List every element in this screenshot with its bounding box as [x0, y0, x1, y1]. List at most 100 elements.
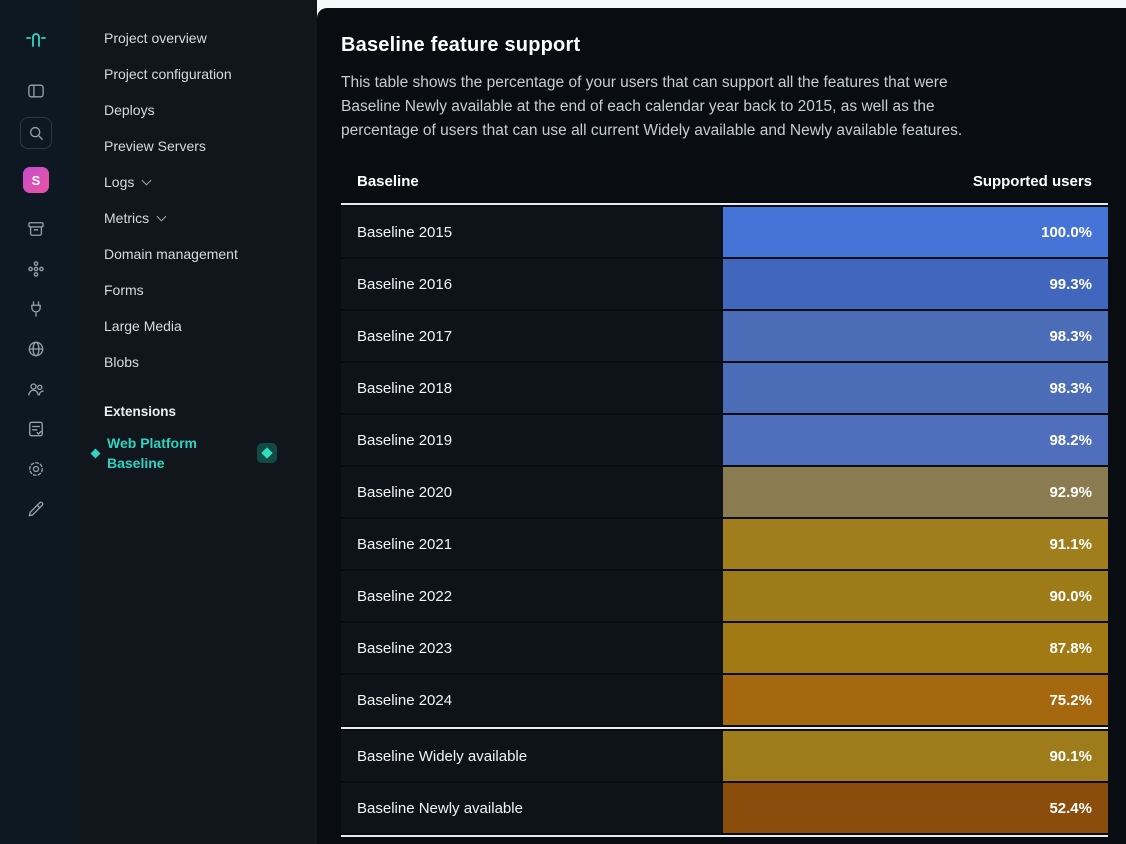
sidebar-item-label: Preview Servers [104, 138, 206, 154]
app-window: S Project overview Project configuration D… [0, 0, 1126, 844]
sidebar-item-large-media[interactable]: Large Media [72, 308, 317, 344]
chevron-down-icon [142, 176, 152, 186]
supported-users-bar: 52.4% [723, 783, 1108, 833]
chevron-down-icon [157, 212, 167, 222]
baseline-support-table: Baseline Supported users Baseline 2015 10… [341, 173, 1108, 837]
page-title: Baseline feature support [341, 34, 1108, 57]
sidebar-item-logs[interactable]: Logs [72, 164, 317, 200]
pen-icon[interactable] [18, 491, 54, 527]
supported-users-value: 98.2% [1049, 432, 1108, 449]
plug-icon[interactable] [18, 291, 54, 327]
netlify-logo-icon[interactable] [24, 26, 48, 55]
sidebar-item-preview-servers[interactable]: Preview Servers [72, 128, 317, 164]
table-row: Baseline 2022 90.0% [341, 571, 1108, 621]
supported-users-bar: 100.0% [723, 207, 1108, 257]
table-row: Baseline 2024 75.2% [341, 675, 1108, 725]
table-row: Baseline 2023 87.8% [341, 623, 1108, 673]
table-row: Baseline 2021 91.1% [341, 519, 1108, 569]
sidebar-item-label: Project overview [104, 30, 207, 46]
table-row: Baseline Newly available 52.4% [341, 783, 1108, 833]
row-label: Baseline Widely available [341, 748, 527, 765]
table-row: Baseline Widely available 90.1% [341, 731, 1108, 781]
supported-users-value: 92.9% [1049, 484, 1108, 501]
sidebar-item-metrics[interactable]: Metrics [72, 200, 317, 236]
sidebar-section-extensions: Extensions [72, 404, 317, 419]
sidebar-item-label: Project configuration [104, 66, 232, 82]
supported-users-bar: 75.2% [723, 675, 1108, 725]
sidebar-item-deploys[interactable]: Deploys [72, 92, 317, 128]
row-label: Baseline 2019 [341, 432, 452, 449]
extension-label: Web Platform Baseline [107, 433, 207, 473]
sidebar-item-label: Forms [104, 282, 144, 298]
supported-users-value: 100.0% [1041, 224, 1108, 241]
sidebar-item-forms[interactable]: Forms [72, 272, 317, 308]
table-row: Baseline 2019 98.2% [341, 415, 1108, 465]
supported-users-value: 99.3% [1049, 276, 1108, 293]
table-row: Baseline 2018 98.3% [341, 363, 1108, 413]
sidebar-item-label: Metrics [104, 210, 149, 226]
supported-users-value: 52.4% [1049, 800, 1108, 817]
supported-users-bar: 92.9% [723, 467, 1108, 517]
row-label: Baseline 2024 [341, 692, 452, 709]
forms-icon[interactable] [18, 411, 54, 447]
supported-users-value: 75.2% [1049, 692, 1108, 709]
sidebar-item-project-overview[interactable]: Project overview [72, 20, 317, 56]
panel-toggle-icon[interactable] [18, 73, 54, 109]
page-description: This table shows the percentage of your … [341, 71, 1003, 143]
sidebar-item-domain-management[interactable]: Domain management [72, 236, 317, 272]
supported-users-value: 98.3% [1049, 328, 1108, 345]
supported-users-bar: 91.1% [723, 519, 1108, 569]
sidebar: Project overview Project configuration Dep… [72, 0, 317, 844]
search-icon[interactable] [20, 117, 52, 149]
group-divider [341, 727, 1108, 729]
table-row: Baseline 2017 98.3% [341, 311, 1108, 361]
sidebar-item-web-platform-baseline[interactable]: Web Platform Baseline [72, 433, 317, 473]
supported-users-bar: 98.3% [723, 311, 1108, 361]
row-label: Baseline 2016 [341, 276, 452, 293]
team-icon[interactable] [18, 371, 54, 407]
supported-users-bar: 87.8% [723, 623, 1108, 673]
globe-icon[interactable] [18, 331, 54, 367]
extensions-icon[interactable] [18, 251, 54, 287]
row-label: Baseline 2021 [341, 536, 452, 553]
sidebar-item-project-configuration[interactable]: Project configuration [72, 56, 317, 92]
row-label: Baseline Newly available [341, 800, 523, 817]
deploys-icon[interactable] [18, 211, 54, 247]
supported-users-value: 98.3% [1049, 380, 1108, 397]
rail-icon-group [18, 211, 54, 531]
supported-users-value: 90.0% [1049, 588, 1108, 605]
row-label: Baseline 2018 [341, 380, 452, 397]
row-label: Baseline 2015 [341, 224, 452, 241]
sidebar-item-blobs[interactable]: Blobs [72, 344, 317, 380]
sidebar-item-label: Deploys [104, 102, 155, 118]
column-header-baseline: Baseline [357, 173, 419, 190]
table-row: Baseline 2020 92.9% [341, 467, 1108, 517]
sidebar-item-label: Blobs [104, 354, 139, 370]
table-header: Baseline Supported users [341, 173, 1108, 205]
supported-users-value: 90.1% [1049, 748, 1108, 765]
settings-icon[interactable] [18, 451, 54, 487]
baseline-extension-badge-icon [257, 443, 277, 463]
table-row: Baseline 2016 99.3% [341, 259, 1108, 309]
supported-users-bar: 90.1% [723, 731, 1108, 781]
supported-users-bar: 90.0% [723, 571, 1108, 621]
table-row: Baseline 2015 100.0% [341, 207, 1108, 257]
row-label: Baseline 2017 [341, 328, 452, 345]
avatar[interactable]: S [23, 167, 49, 193]
column-header-supported-users: Supported users [973, 173, 1092, 190]
sidebar-item-label: Domain management [104, 246, 238, 262]
icon-rail: S [0, 0, 72, 844]
row-label: Baseline 2020 [341, 484, 452, 501]
row-label: Baseline 2023 [341, 640, 452, 657]
supported-users-value: 91.1% [1049, 536, 1108, 553]
supported-users-bar: 99.3% [723, 259, 1108, 309]
supported-users-value: 87.8% [1049, 640, 1108, 657]
row-label: Baseline 2022 [341, 588, 452, 605]
sidebar-item-label: Large Media [104, 318, 182, 334]
diamond-bullet-icon [91, 448, 101, 458]
table-body: Baseline 2015100.0%Baseline 201699.3%Bas… [341, 207, 1108, 837]
supported-users-bar: 98.2% [723, 415, 1108, 465]
main-wrapper: Baseline feature support This table show… [317, 0, 1126, 844]
main-panel: Baseline feature support This table show… [317, 8, 1126, 844]
sidebar-item-label: Logs [104, 174, 134, 190]
